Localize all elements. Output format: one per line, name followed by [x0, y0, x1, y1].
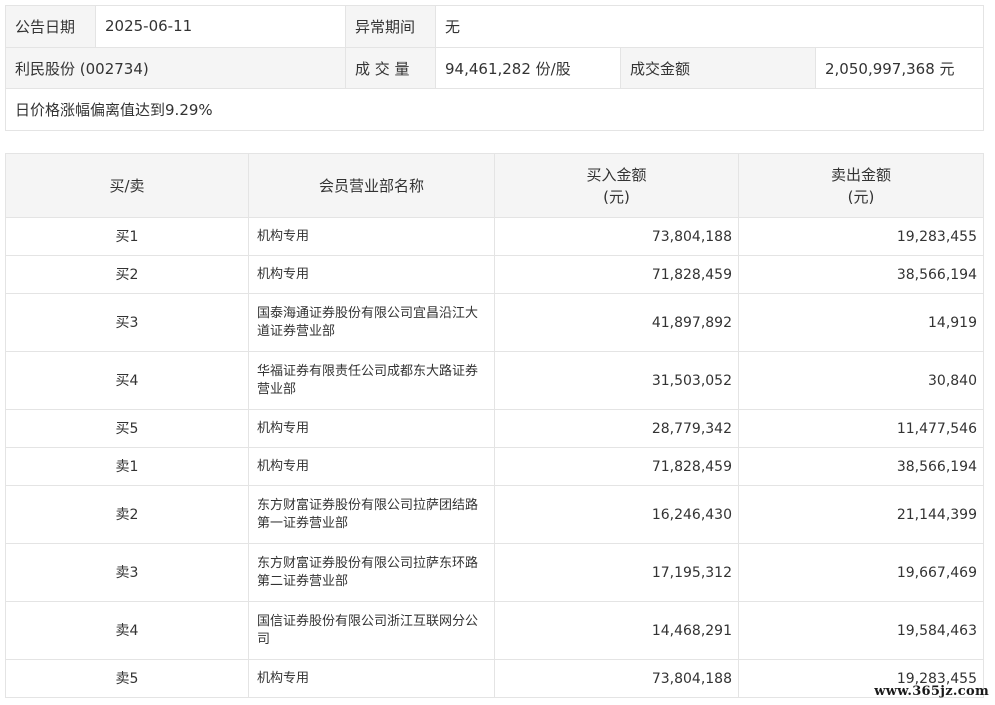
table-row: 买3 国泰海通证券股份有限公司宜昌沿江大道证券营业部 41,897,892 14… [5, 293, 984, 352]
row-side: 买3 [5, 293, 249, 352]
table-row: 卖5 机构专用 73,804,188 19,283,455 [5, 659, 984, 698]
row-member-name: 国泰海通证券股份有限公司宜昌沿江大道证券营业部 [248, 293, 495, 352]
row-side: 买5 [5, 409, 249, 448]
table-row: 买1 机构专用 73,804,188 19,283,455 [5, 217, 984, 256]
row-member-name: 华福证券有限责任公司成都东大路证券营业部 [248, 351, 495, 410]
table-row: 买4 华福证券有限责任公司成都东大路证券营业部 31,503,052 30,84… [5, 351, 984, 410]
volume-value: 94,461,282 份/股 [435, 46, 621, 90]
header-member: 会员营业部名称 [248, 153, 495, 218]
row-sell-amount: 11,477,546 [738, 409, 984, 448]
row-side: 卖1 [5, 447, 249, 486]
row-buy-amount: 17,195,312 [494, 543, 739, 602]
row-buy-amount: 14,468,291 [494, 601, 739, 660]
row-member-name: 国信证券股份有限公司浙江互联网分公司 [248, 601, 495, 660]
row-buy-amount: 28,779,342 [494, 409, 739, 448]
row-side: 买4 [5, 351, 249, 410]
announce-date-value: 2025-06-11 [95, 5, 346, 48]
header-sell-amount-unit: (元) [847, 187, 875, 206]
trading-detail-table: 买/卖 会员营业部名称 买入金额 (元) 卖出金额 (元) 买1 机构专用 73… [5, 153, 984, 698]
row-buy-amount: 73,804,188 [494, 217, 739, 256]
header-buy-amount-label: 买入金额 [586, 165, 647, 184]
table-row: 卖2 东方财富证券股份有限公司拉萨团结路第一证券营业部 16,246,430 2… [5, 485, 984, 544]
row-member-name: 机构专用 [248, 255, 495, 294]
row-side: 卖5 [5, 659, 249, 698]
header-side: 买/卖 [5, 153, 249, 218]
row-member-name: 机构专用 [248, 217, 495, 256]
row-sell-amount: 19,283,455 [738, 217, 984, 256]
table-row: 卖4 国信证券股份有限公司浙江互联网分公司 14,468,291 19,584,… [5, 601, 984, 660]
row-side: 买1 [5, 217, 249, 256]
header-sell-amount-label: 卖出金额 [830, 165, 891, 184]
table-row: 买2 机构专用 71,828,459 38,566,194 [5, 255, 984, 294]
volume-label: 成 交 量 [345, 46, 436, 90]
row-member-name: 机构专用 [248, 659, 495, 698]
row-sell-amount: 38,566,194 [738, 447, 984, 486]
row-side: 卖3 [5, 543, 249, 602]
info-row-trade: 利民股份 (002734) 成 交 量 94,461,282 份/股 成交金额 … [5, 46, 985, 90]
row-buy-amount: 71,828,459 [494, 447, 739, 486]
table-header-row: 买/卖 会员营业部名称 买入金额 (元) 卖出金额 (元) [5, 153, 984, 218]
row-buy-amount: 41,897,892 [494, 293, 739, 352]
abnormal-reason: 日价格涨幅偏离值达到9.29% [4, 88, 985, 132]
amount-value: 2,050,997,368 元 [814, 46, 985, 90]
table-row: 卖3 东方财富证券股份有限公司拉萨东环路第二证券营业部 17,195,312 1… [5, 543, 984, 602]
header-buy-amount-unit: (元) [603, 187, 630, 206]
info-row-reason: 日价格涨幅偏离值达到9.29% [4, 88, 985, 132]
header-sell-amount: 卖出金额 (元) [738, 153, 984, 218]
row-sell-amount: 19,667,469 [738, 543, 984, 602]
row-member-name: 东方财富证券股份有限公司拉萨东环路第二证券营业部 [248, 543, 495, 602]
header-buy-amount: 买入金额 (元) [494, 153, 739, 218]
row-buy-amount: 71,828,459 [494, 255, 739, 294]
row-buy-amount: 73,804,188 [494, 659, 739, 698]
announce-date-label: 公告日期 [5, 5, 96, 48]
row-member-name: 机构专用 [248, 409, 495, 448]
row-sell-amount: 21,144,399 [738, 485, 984, 544]
site-watermark: www.365jz.com [874, 684, 989, 699]
abnormal-period-value: 无 [434, 5, 985, 48]
stock-info-table: 公告日期 2025-06-11 异常期间 无 利民股份 (002734) 成 交… [4, 5, 985, 132]
info-row-date: 公告日期 2025-06-11 异常期间 无 [5, 5, 985, 48]
row-side: 卖2 [5, 485, 249, 544]
row-sell-amount: 14,919 [738, 293, 984, 352]
row-member-name: 东方财富证券股份有限公司拉萨团结路第一证券营业部 [248, 485, 495, 544]
table-row: 买5 机构专用 28,779,342 11,477,546 [5, 409, 984, 448]
row-sell-amount: 19,584,463 [738, 601, 984, 660]
row-buy-amount: 16,246,430 [494, 485, 739, 544]
row-sell-amount: 30,840 [738, 351, 984, 410]
table-row: 卖1 机构专用 71,828,459 38,566,194 [5, 447, 984, 486]
row-buy-amount: 31,503,052 [494, 351, 739, 410]
row-member-name: 机构专用 [248, 447, 495, 486]
abnormal-period-label: 异常期间 [345, 5, 436, 48]
row-side: 卖4 [5, 601, 249, 660]
amount-label: 成交金额 [620, 46, 816, 90]
row-sell-amount: 38,566,194 [738, 255, 984, 294]
row-side: 买2 [5, 255, 249, 294]
stock-name: 利民股份 (002734) [5, 46, 346, 90]
